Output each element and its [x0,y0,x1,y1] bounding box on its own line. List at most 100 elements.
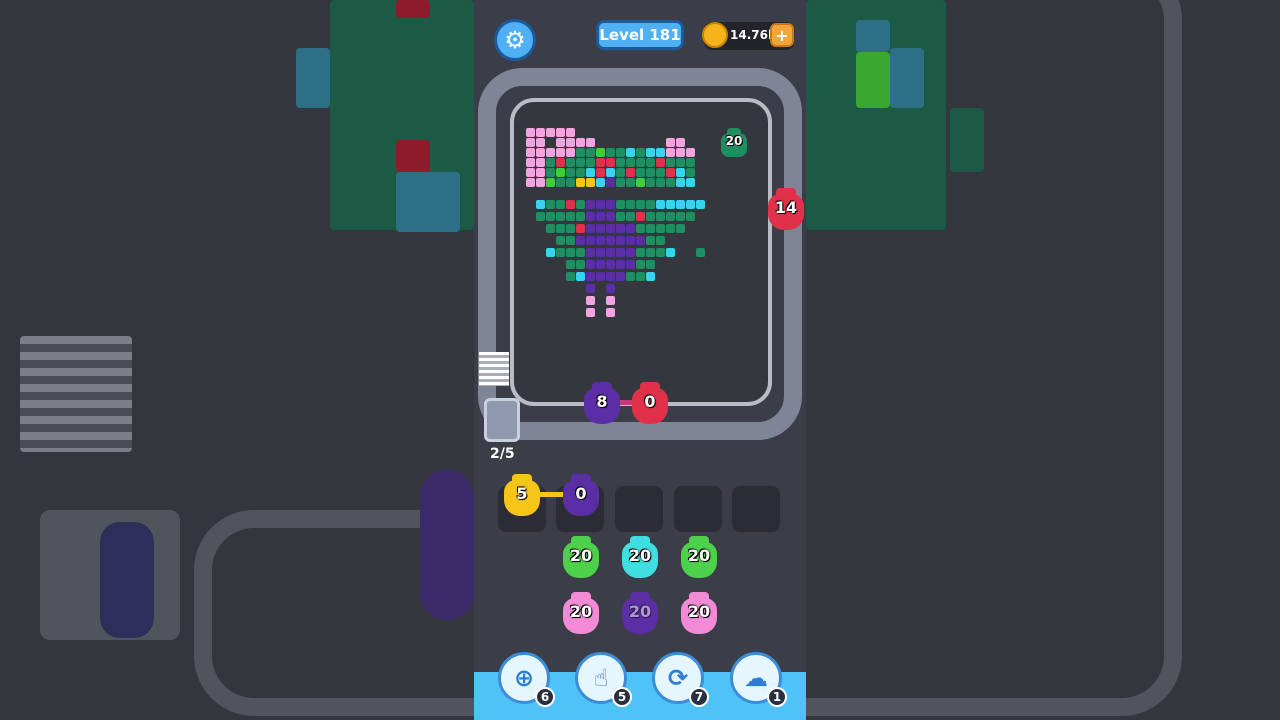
pixel-cell [596,178,605,187]
pixel-cell [606,224,615,233]
pixel-cell [646,178,655,187]
pixel-cell [556,158,565,167]
settings-button[interactable]: ⚙ [494,19,536,61]
pixel-cell [616,272,625,281]
pixel-cell [526,178,535,187]
powerup-count: 5 [612,687,632,707]
level-label: Level 181 [596,20,684,50]
gear-icon: ⚙ [504,26,526,54]
pixel-cell [556,178,565,187]
tray-blob[interactable]: 5 [500,472,544,518]
game-screen: ⚙ Level 181 14.76k + 2/5 8 0 20 14 5 0 2… [474,0,806,720]
pixel-cell [656,248,665,257]
pixel-cell [646,248,655,257]
pixel-cell [576,248,585,257]
add-slot-button[interactable]: ⊕ 6 [498,652,555,707]
pixel-cell [636,224,645,233]
pixel-cell [556,128,565,137]
powerup-count: 7 [689,687,709,707]
powerup-count: 6 [535,687,555,707]
pixel-cell [546,128,555,137]
pixel-cell [586,148,595,157]
pixel-cell [566,178,575,187]
buy-coins-button[interactable]: + [770,23,794,47]
pixel-cell [536,212,545,221]
pixel-cell [646,168,655,177]
pixel-cell [646,224,655,233]
pixel-cell [546,248,555,257]
pixel-cell [686,178,695,187]
tray-slot[interactable] [615,486,663,532]
pixel-cell [576,168,585,177]
pixel-cell [566,272,575,281]
add-slot-icon: ⊕ [513,664,535,692]
pixel-cell [636,212,645,221]
pixel-cell [556,200,565,209]
pixel-cell [586,200,595,209]
pixel-cell [686,200,695,209]
pixel-cell [576,138,585,147]
reserve-blob: 20 [559,590,603,636]
pixel-cell [626,248,635,257]
pixel-cell [606,178,615,187]
pixel-cell [636,158,645,167]
pixel-cell [666,248,675,257]
pixel-cell [696,200,705,209]
pixel-cell [596,272,605,281]
pixel-cell [626,148,635,157]
pixel-cell [586,212,595,221]
pixel-cell [636,236,645,245]
pixel-cell [586,168,595,177]
pixel-cell [596,212,605,221]
pixel-cell [686,212,695,221]
shuffle-button[interactable]: ⟳ 7 [652,652,709,707]
pixel-cell [576,200,585,209]
pixel-cell [666,148,675,157]
pixel-cell [636,248,645,257]
hand-icon: ☝ [593,664,609,692]
pixel-cell [616,212,625,221]
pixel-cell [556,138,565,147]
pixel-cell [606,200,615,209]
pixel-cell [656,236,665,245]
pixel-cell [656,168,665,177]
pixel-cell [536,158,545,167]
hand-button[interactable]: ☝ 5 [575,652,632,707]
pixel-cell [686,148,695,157]
pixel-cell [536,128,545,137]
tray-slot[interactable] [674,486,722,532]
pixel-cell [636,148,645,157]
pixel-cell [626,178,635,187]
pixel-cell [626,212,635,221]
pixel-cell [526,158,535,167]
pixel-cell [546,178,555,187]
pixel-cell [576,212,585,221]
reserve-blob[interactable]: 20 [559,534,603,580]
pixel-cell [636,272,645,281]
pixel-cell [546,212,555,221]
pixel-cell [656,200,665,209]
pixel-cell [676,212,685,221]
pixel-cell [566,212,575,221]
tray-blob[interactable]: 0 [559,472,603,518]
background-right [806,0,1280,720]
pixel-cell [606,308,615,317]
pixel-cell [606,260,615,269]
pixel-cell [676,168,685,177]
pixel-cell [646,148,655,157]
pixel-cell [666,138,675,147]
vacuum-button[interactable]: ☁ 1 [730,652,787,707]
track-blob: 20 [719,128,749,158]
pixel-cell [536,138,545,147]
reserve-blob[interactable]: 20 [677,534,721,580]
pixel-cell [566,248,575,257]
queue-counter: 2/5 [490,446,515,462]
pixel-cell [676,138,685,147]
queue-ramp [479,352,509,386]
tray-slot[interactable] [732,486,780,532]
reserve-blob[interactable]: 20 [618,534,662,580]
track-blob: 0 [628,380,672,426]
pixel-cell [546,224,555,233]
pixel-cell [606,296,615,305]
pixel-cell [586,224,595,233]
